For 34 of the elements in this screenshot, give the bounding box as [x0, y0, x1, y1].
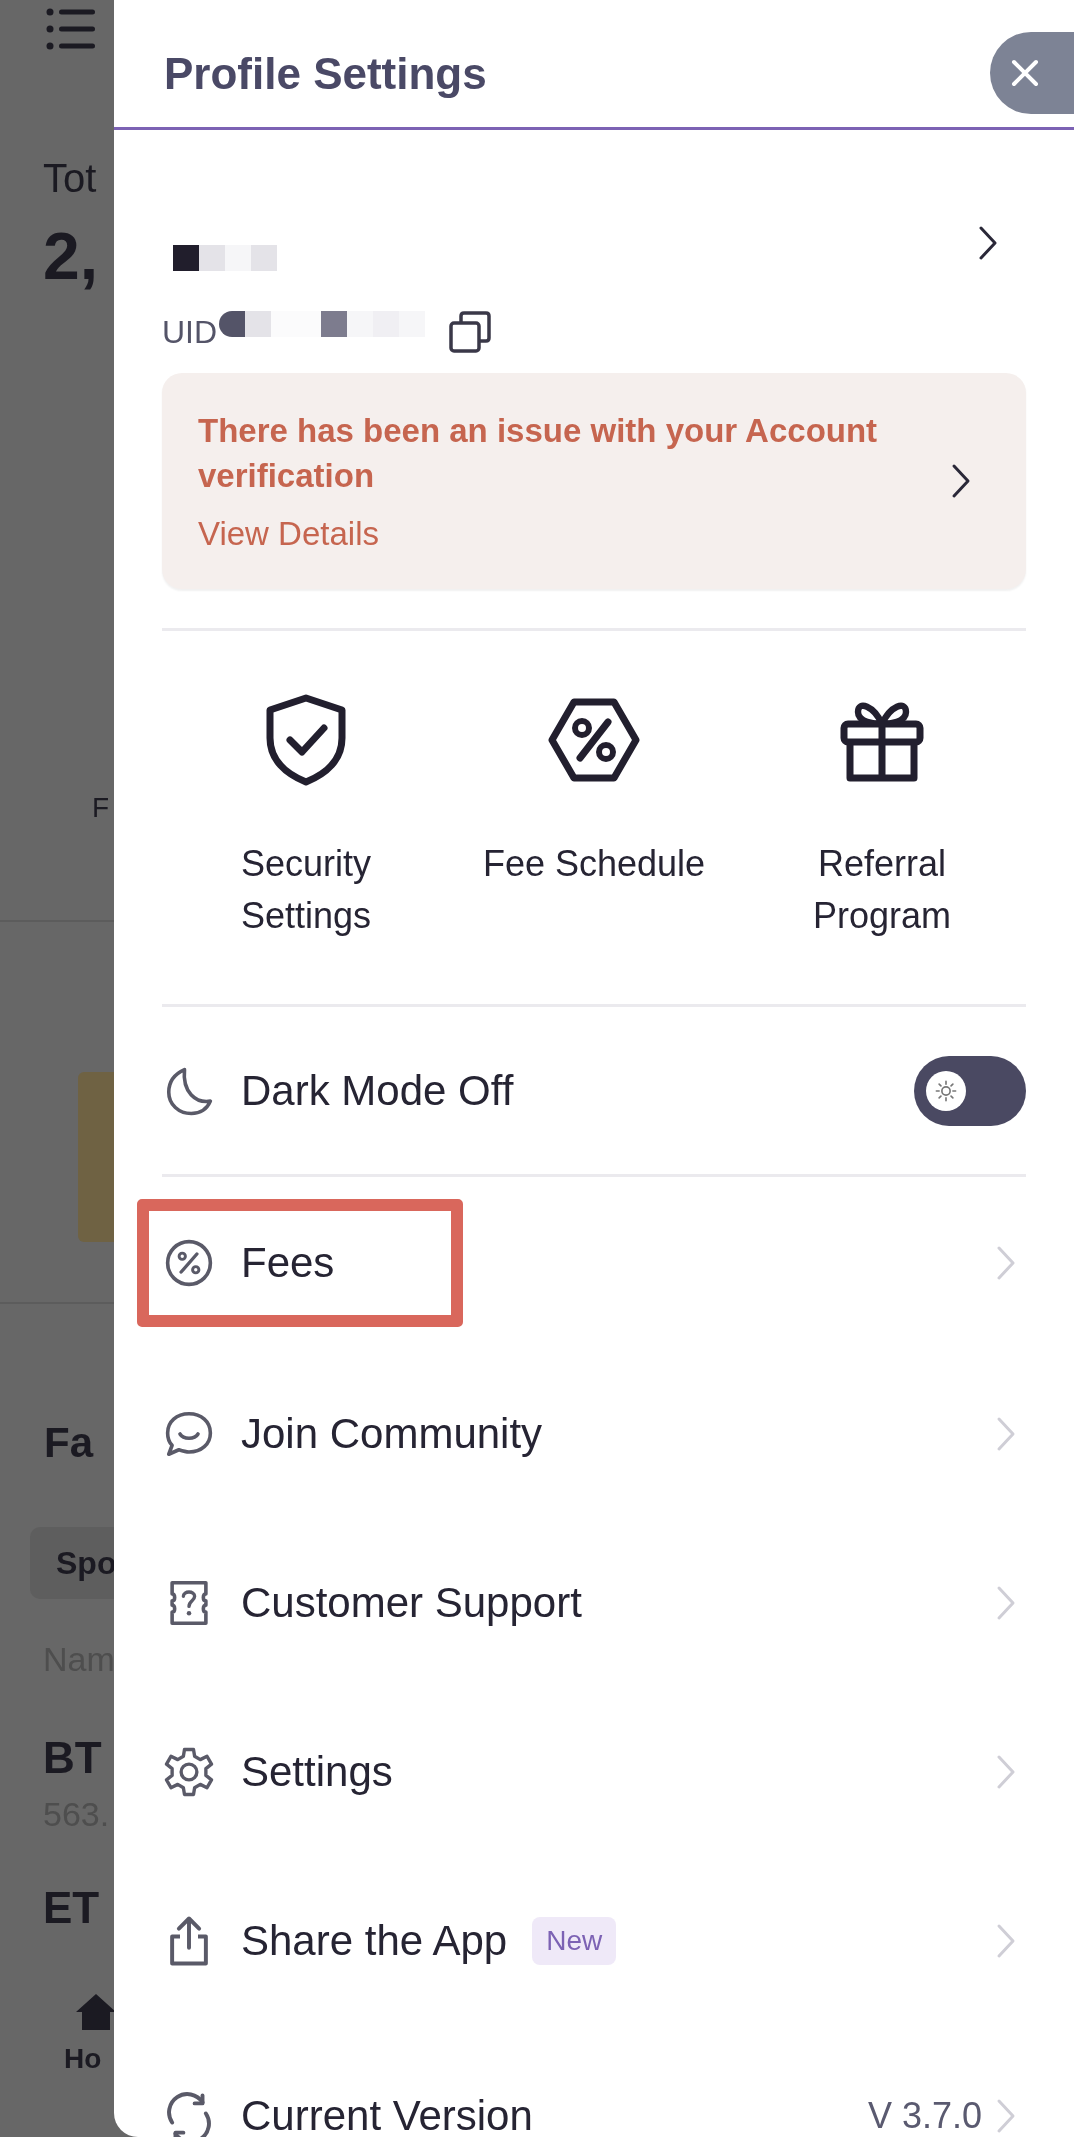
version-value: V 3.7.0 [867, 2095, 982, 2137]
menu-item[interactable]: Current Version V 3.7.0 [162, 2025, 1026, 2137]
alert-message: There has been an issue with your Account verification [198, 411, 879, 496]
balance-value: 2, [43, 221, 99, 291]
quick-action[interactable]: Security Settings [162, 690, 450, 942]
coin-symbol: BT [43, 1734, 102, 1782]
menu-item[interactable]: Customer Support [162, 1518, 1026, 1687]
favorites-title: Fa [44, 1419, 93, 1467]
chevron-right-icon [996, 1584, 1016, 1621]
chevron-right-icon [951, 463, 971, 499]
home-icon[interactable] [74, 1992, 114, 2032]
chevron-right-icon [978, 225, 998, 261]
balance-label: Tot [43, 155, 97, 201]
quick-action[interactable]: Referral Program [738, 690, 1026, 942]
uid-label: UID [162, 314, 218, 350]
close-icon [1010, 58, 1040, 88]
menu-item[interactable]: Share the App New [162, 1856, 1026, 2025]
quick-action[interactable]: Fee Schedule [450, 690, 738, 942]
coin-symbol: ET [43, 1884, 100, 1932]
chevron-right-icon [996, 1415, 1016, 1452]
chevron-right-icon [996, 1245, 1016, 1281]
dark-mode-label: Dark Mode Off [241, 1065, 514, 1116]
menu-item[interactable]: Settings [162, 1687, 1026, 1856]
chevron-right-icon [996, 1922, 1016, 1959]
chevron-right-icon [996, 2098, 1016, 2134]
chevron-right-icon [996, 1753, 1016, 1790]
close-button[interactable] [990, 32, 1074, 114]
drawer-title: Profile Settings [164, 48, 487, 100]
new-badge: New [532, 1916, 617, 1965]
sun-icon [935, 1079, 957, 1102]
menu-item[interactable]: Join Community [162, 1349, 1026, 1518]
menu-item[interactable]: Fees [162, 1177, 1026, 1349]
menu-icon[interactable] [46, 8, 96, 50]
copy-icon[interactable] [449, 311, 492, 353]
